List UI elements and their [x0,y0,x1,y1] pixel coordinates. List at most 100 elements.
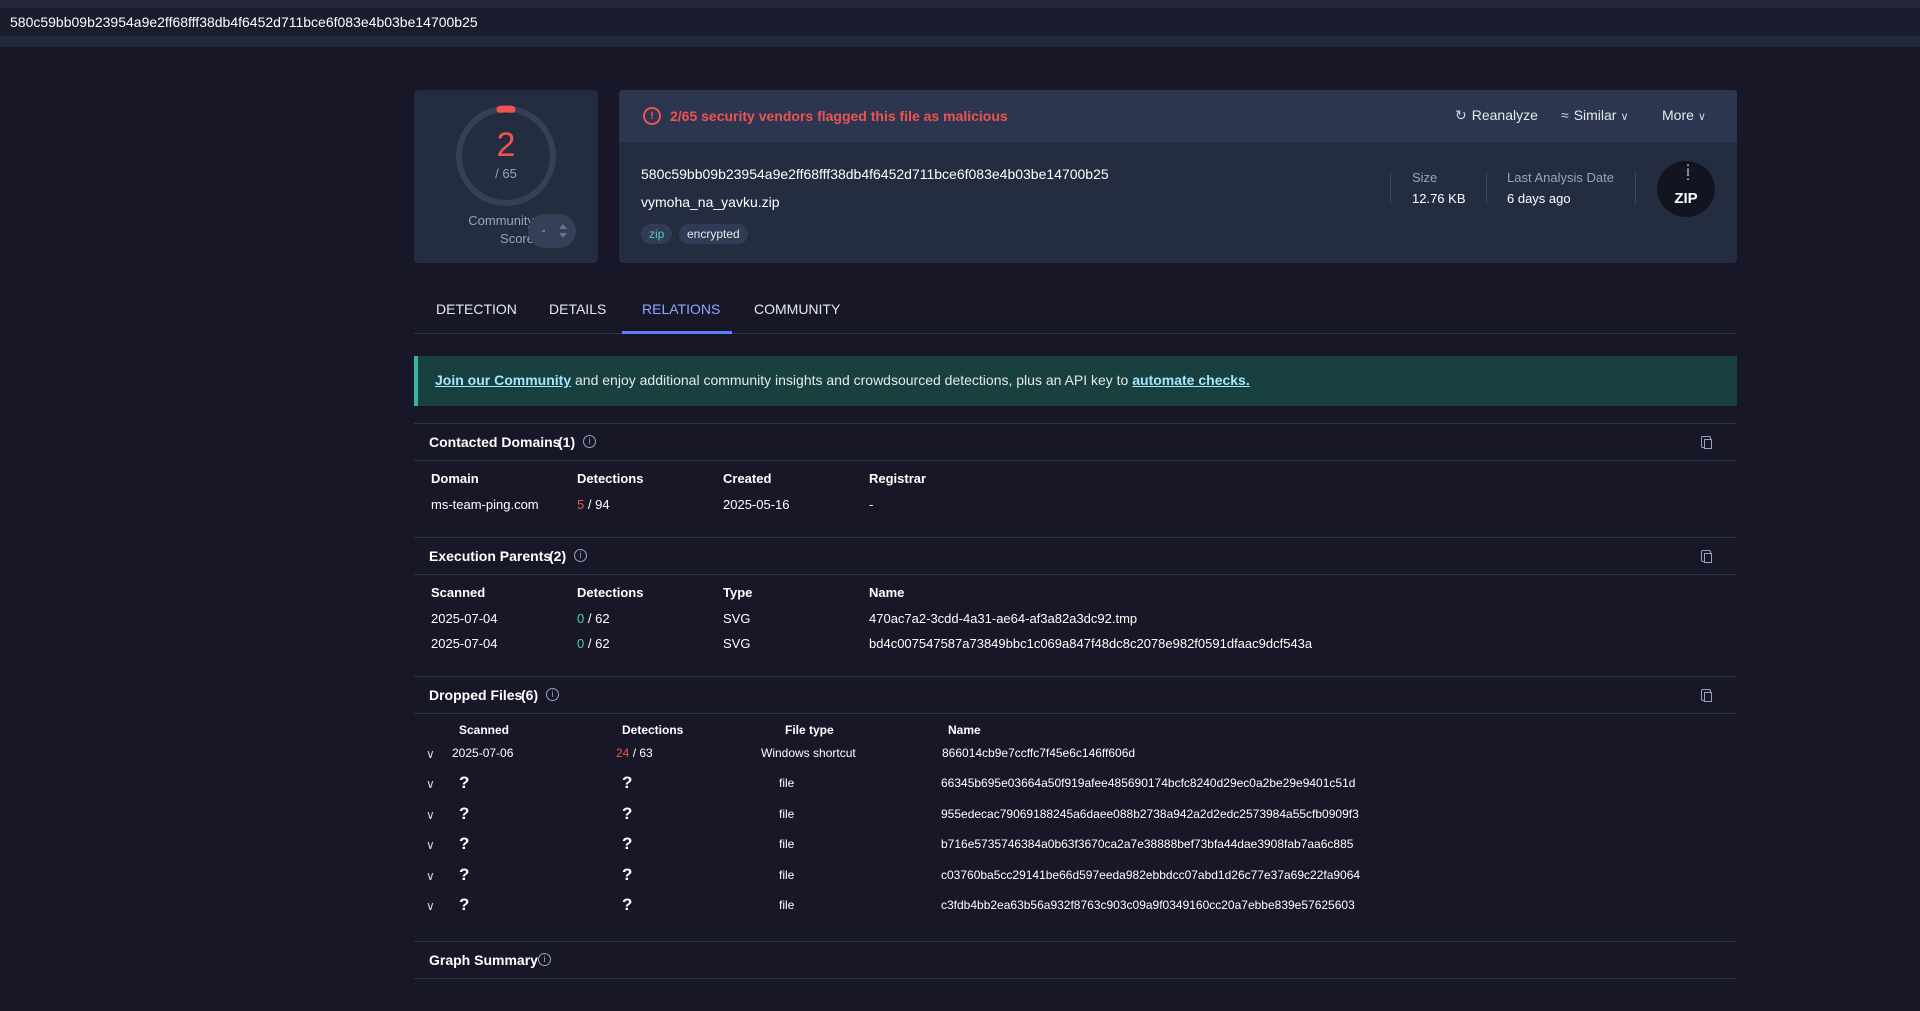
reanalyze-button[interactable]: ↻ Reanalyze [1455,107,1538,124]
expand-row-icon[interactable]: ∨ [426,838,435,852]
tab-relations[interactable]: RELATIONS [642,301,720,317]
section-header: Execution Parents (2) i [414,538,1737,575]
info-icon[interactable]: i [538,953,551,966]
file-info-card: ! 2/65 security vendors flagged this fil… [619,90,1737,263]
column-header: Created [723,471,772,486]
chevron-down-icon: ∨ [1697,111,1706,123]
tab-detection[interactable]: DETECTION [436,301,517,317]
section-count: (2) [549,548,567,564]
copy-icon[interactable] [1701,436,1712,449]
section-title: Execution Parents [429,548,552,564]
section-header: Contacted Domains (1) i [414,424,1737,461]
info-icon[interactable]: i [546,688,559,701]
section-header: Dropped Files (6) i [414,677,1737,714]
dropped-file-link[interactable]: 66345b695e03664a50f919afee485690174bcfc8… [941,776,1355,790]
scanned-date: 2025-07-06 [452,746,514,760]
graph-summary-section: Graph Summary i [414,941,1737,979]
unknown-detections: ? [622,895,633,914]
similar-button[interactable]: ≈ Similar ∨ [1561,107,1629,123]
detection-ratio: 0 / 62 [577,636,610,651]
column-header: File type [785,723,834,737]
active-tab-indicator [622,331,732,334]
section-count: (1) [558,434,576,450]
dropped-file-link[interactable]: 955edecac79069188245a6daee088b2738a942a2… [941,807,1359,821]
file-type: SVG [723,611,751,626]
info-icon[interactable]: i [583,435,596,448]
dropped-file-link[interactable]: 866014cb9e7ccffc7f45e6c146ff606d [942,746,1135,760]
more-button[interactable]: More ∨ [1662,107,1706,123]
tab-details[interactable]: DETAILS [549,301,606,317]
zip-file-icon: ⋮ ⋮ ZIP [1657,161,1715,217]
file-type: file [779,868,795,882]
expand-row-icon[interactable]: ∨ [426,899,435,913]
unknown-detections: ? [622,865,633,884]
divider [1390,172,1391,204]
automate-checks-link[interactable]: automate checks. [1132,372,1250,388]
column-header: Name [869,585,905,600]
last-analysis-label: Last Analysis Date [1507,170,1614,185]
copy-icon[interactable] [1701,689,1712,702]
divider [1635,172,1636,204]
detection-total: / 65 [495,166,517,181]
detection-count: 2 [496,126,516,164]
unknown-detections: ? [622,773,633,792]
column-header: Domain [431,471,479,486]
alert-icon: ! [643,107,661,125]
last-analysis-value: 6 days ago [1507,191,1571,206]
chevron-down-icon: ∨ [1620,111,1629,123]
top-bar [0,0,1920,47]
contacted-domains-section: Contacted Domains (1) i Domain Detection… [414,423,1737,537]
tab-bar: DETECTION DETAILS RELATIONS COMMUNITY [414,290,1737,334]
expand-row-icon[interactable]: ∨ [426,869,435,883]
join-community-link[interactable]: Join our Community [435,372,571,388]
community-score-label: Community Score [468,213,534,246]
reanalyze-icon: ↻ [1455,107,1467,123]
alert-bar: ! 2/65 security vendors flagged this fil… [619,90,1737,142]
dropped-files-section: Dropped Files (6) i Scanned Detections F… [414,676,1737,941]
search-input[interactable] [0,8,1920,36]
tab-community[interactable]: COMMUNITY [754,301,840,317]
detection-ratio: 24 / 63 [616,746,653,760]
file-type: file [779,898,795,912]
section-count: (6) [521,687,539,703]
column-header: Detections [577,585,644,600]
column-header: Detections [622,723,684,737]
scanned-date: 2025-07-04 [431,611,498,626]
similar-icon: ≈ [1561,107,1569,123]
dropped-file-link[interactable]: c03760ba5cc29141be66d597eeda982ebbdcc07a… [941,868,1360,882]
file-type: file [779,837,795,851]
execution-parents-section: Execution Parents (2) i Scanned Detectio… [414,537,1737,676]
domain-link[interactable]: ms-team-ping.com [431,497,539,512]
file-type: file [779,776,795,790]
tag-encrypted[interactable]: encrypted [679,224,748,244]
dropped-file-link[interactable]: c3fdb4bb2ea63b56a932f8763c903c09a9f03491… [941,898,1355,912]
unknown-scanned: ? [459,865,470,884]
unknown-scanned: ? [459,834,470,853]
info-icon[interactable]: i [574,549,587,562]
expand-row-icon[interactable]: ∨ [426,777,435,791]
detection-ratio: 0 / 62 [577,611,610,626]
unknown-detections: ? [622,834,633,853]
tag-zip[interactable]: zip [641,224,673,244]
community-vote-control[interactable] [528,214,576,248]
unknown-scanned: ? [459,804,470,823]
detection-score-card: 2 / 65 Community Score [414,90,598,263]
created-date: 2025-05-16 [723,497,790,512]
parent-file-link[interactable]: 470ac7a2-3cdd-4a31-ae64-af3a82a3dc92.tmp [869,611,1137,626]
column-header: Scanned [431,585,486,600]
dropped-file-link[interactable]: b716e5735746384a0b63f3670ca2a7e38888bef7… [941,837,1353,851]
section-title: Graph Summary [429,952,538,968]
expand-row-icon[interactable]: ∨ [426,808,435,822]
column-header: Registrar [869,471,927,486]
copy-icon[interactable] [1701,550,1712,563]
vote-up-icon[interactable] [559,224,567,229]
expand-row-icon[interactable]: ∨ [426,747,435,761]
file-hash[interactable]: 580c59bb09b23954a9e2ff68fff38db4f6452d71… [641,166,1109,182]
column-header: Detections [577,471,644,486]
section-title: Contacted Domains [429,434,561,450]
parent-file-link[interactable]: bd4c007547587a73849bbc1c069a847f48dc8c20… [869,636,1312,651]
detection-ratio: 5 / 94 [577,497,610,512]
column-header: Name [948,723,981,737]
vote-down-icon[interactable] [559,233,567,238]
malicious-alert-text: 2/65 security vendors flagged this file … [670,108,1008,124]
